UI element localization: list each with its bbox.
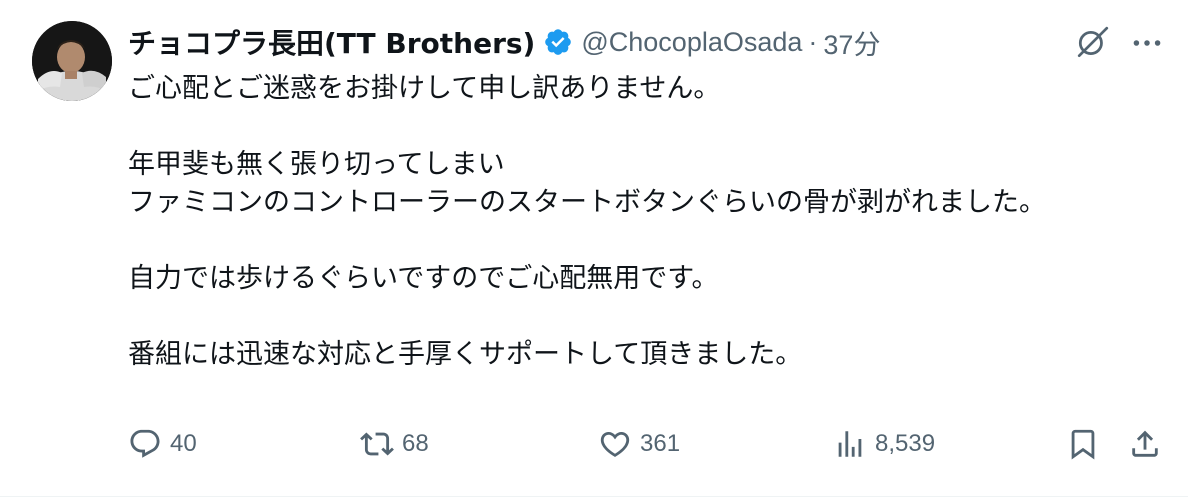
grok-icon [1077, 26, 1109, 58]
bookmark-icon [1071, 429, 1095, 460]
reply-count: 40 [170, 430, 197, 457]
views-button[interactable]: 8,539 [833, 420, 935, 468]
more-button[interactable] [1124, 20, 1170, 66]
like-button[interactable]: 361 [598, 420, 680, 468]
share-icon [1132, 430, 1158, 457]
tweet-text-line: ファミコンのコントローラーのスタートボタンぐらいの骨が剥がれました。 [128, 187, 1046, 218]
views-icon [838, 431, 862, 457]
like-count: 361 [640, 430, 681, 457]
display-name[interactable]: チョコプラ長田(TT Brothers) [128, 22, 535, 62]
tweet-text-line: ご心配とご迷惑をお掛けして申し訳ありません。 [128, 73, 721, 104]
separator-dot: · [808, 26, 818, 57]
tweet[interactable]: チョコプラ長田(TT Brothers) @ChocoplaOsada · 37… [0, 0, 1188, 497]
reply-icon [130, 429, 160, 458]
tweet-text-line: 自力では歩けるぐらいですのでご心配無用です。 [128, 263, 719, 294]
view-count: 8,539 [875, 430, 936, 457]
heart-icon [600, 431, 630, 457]
avatar[interactable] [32, 21, 112, 101]
bookmark-button[interactable] [1066, 420, 1100, 468]
share-button[interactable] [1128, 420, 1162, 468]
tweet-actions: 40 68 361 8,539 [0, 420, 1188, 468]
grok-button[interactable] [1070, 20, 1116, 66]
more-icon [1133, 40, 1161, 46]
retweet-icon [360, 432, 394, 456]
retweet-button[interactable]: 68 [360, 420, 429, 468]
author-handle[interactable]: @ChocoplaOsada [581, 27, 802, 58]
verified-badge-icon[interactable] [543, 27, 573, 57]
tweet-text-line: 番組には迅速な対応と手厚くサポートして頂きました。 [128, 339, 803, 370]
reply-button[interactable]: 40 [128, 420, 197, 468]
tweet-text-line: 年甲斐も無く張り切ってしまい [128, 149, 505, 180]
tweet-header: チョコプラ長田(TT Brothers) @ChocoplaOsada · 37… [128, 22, 880, 62]
retweet-count: 68 [402, 430, 429, 457]
avatar-photo [32, 21, 112, 101]
tweet-timestamp[interactable]: 37分 [823, 23, 880, 62]
tweet-text: ご心配とご迷惑をお掛けして申し訳ありません。 年甲斐も無く張り切ってしまい ファ… [128, 70, 1168, 374]
